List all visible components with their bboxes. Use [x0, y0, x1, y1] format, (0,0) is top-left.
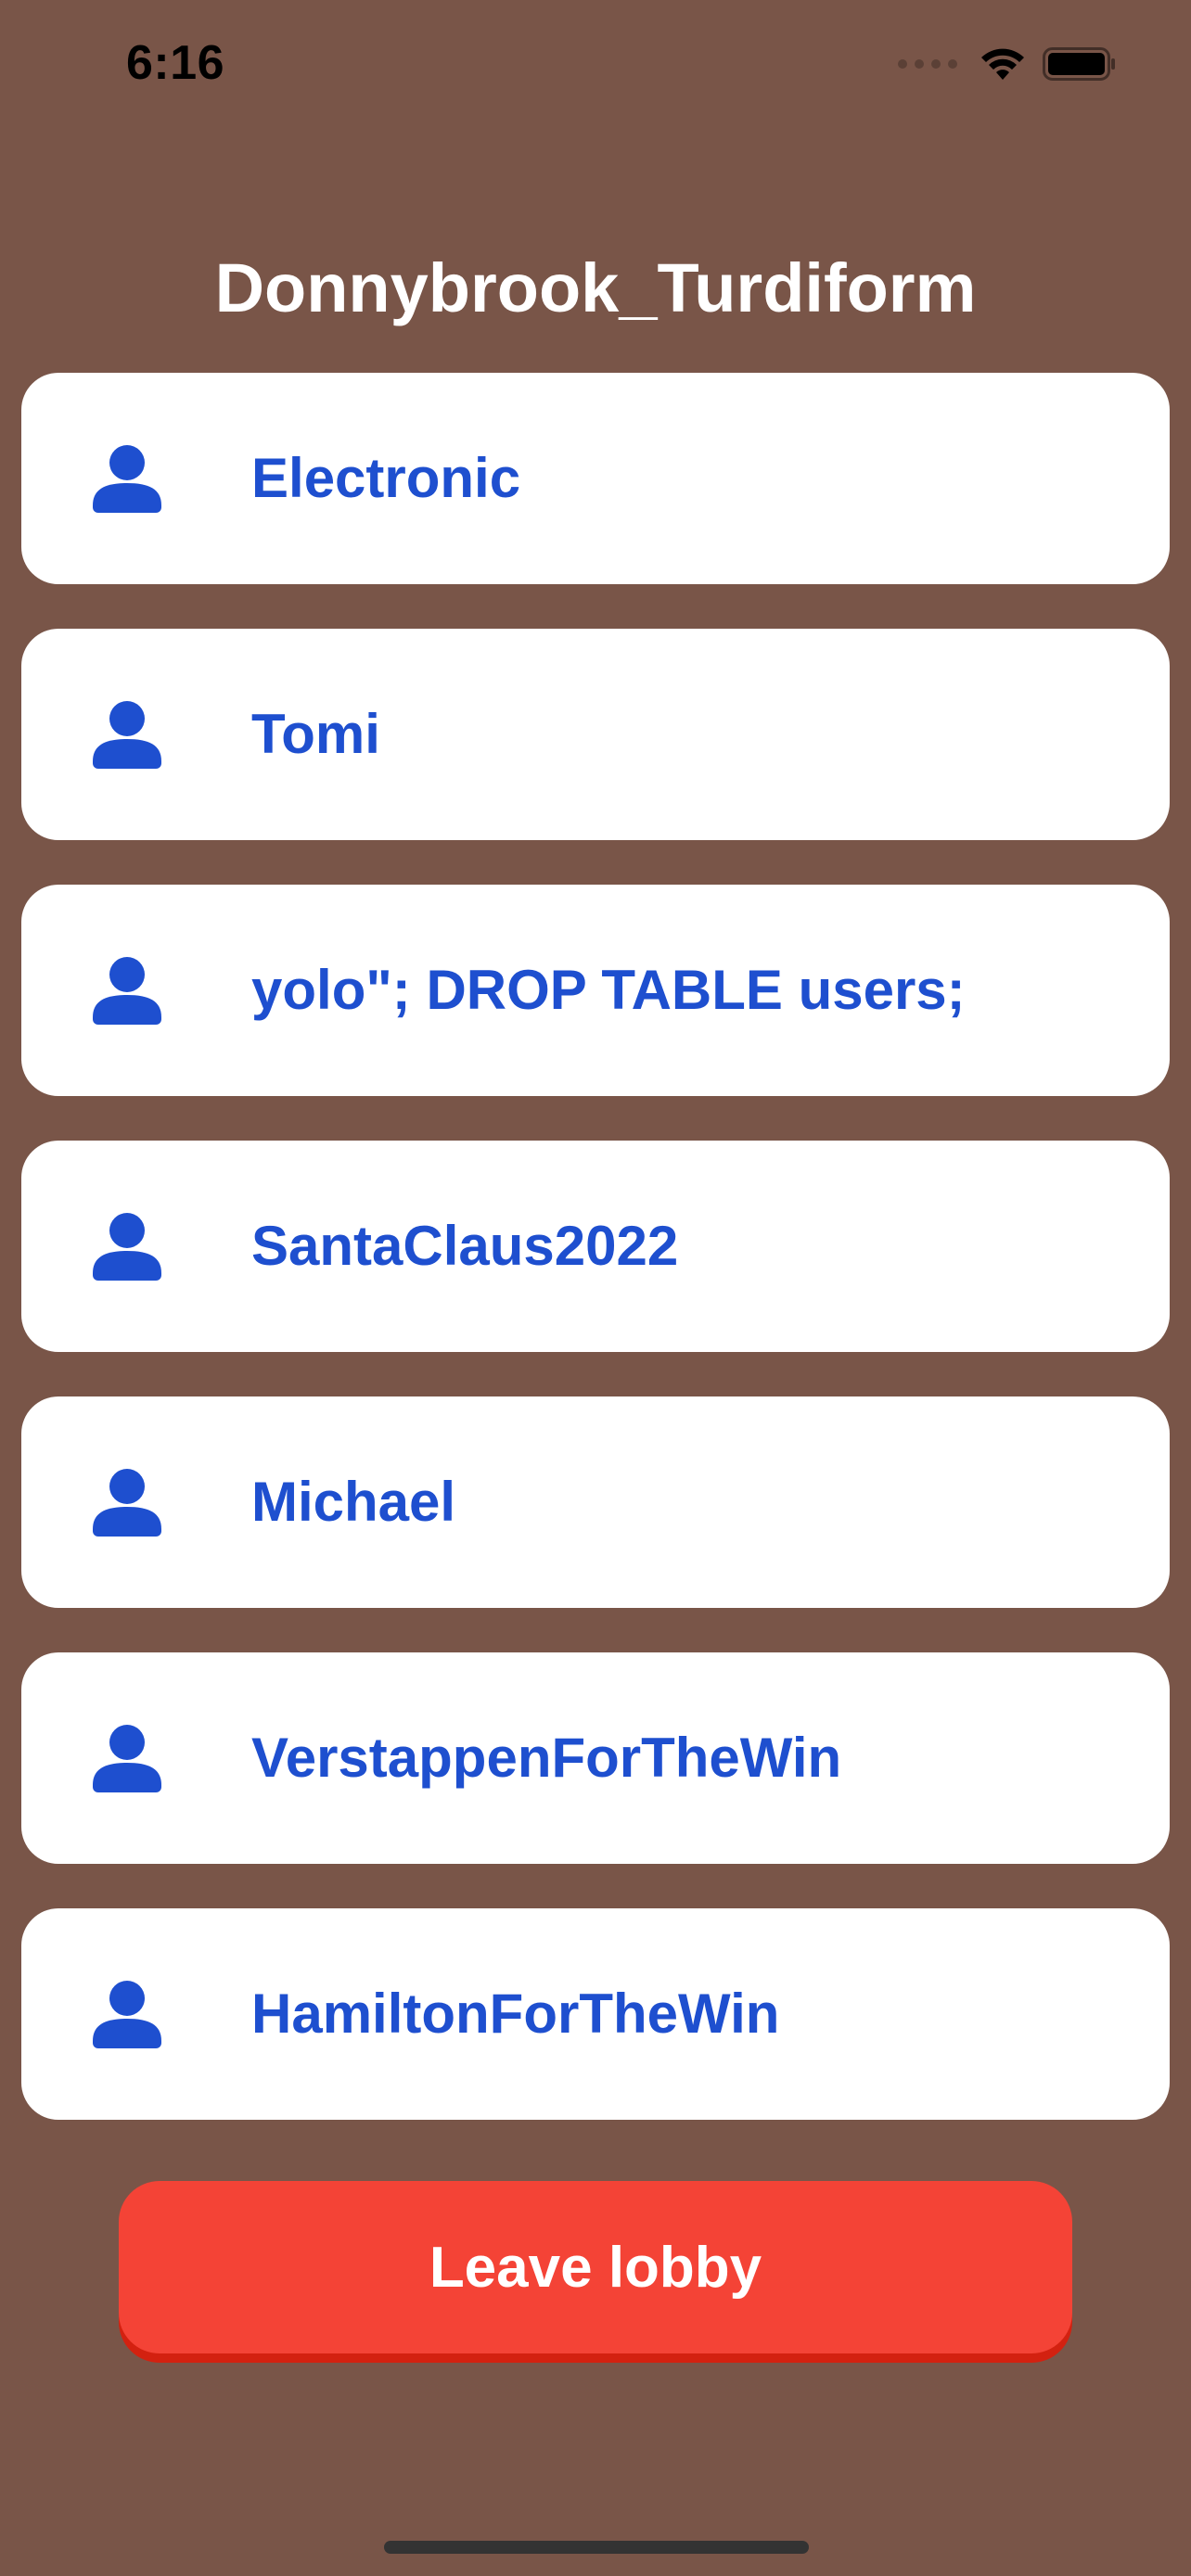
wifi-icon [981, 48, 1024, 80]
status-bar: 6:16 [0, 0, 1191, 130]
player-name: Tomi [251, 703, 380, 765]
home-indicator[interactable] [384, 2541, 809, 2554]
player-list: Electronic Tomi yolo"; DROP TABLE users;… [21, 373, 1170, 2164]
person-icon [93, 1981, 161, 2048]
player-name: HamiltonForTheWin [251, 1983, 780, 2045]
person-icon [93, 957, 161, 1025]
person-icon [93, 445, 161, 513]
player-name: Electronic [251, 447, 521, 509]
player-name: VerstappenForTheWin [251, 1727, 842, 1789]
cellular-signal-icon [898, 59, 957, 69]
lobby-title: Donnybrook_Turdiform [214, 249, 977, 326]
status-icons [898, 46, 1117, 82]
player-card: HamiltonForTheWin [21, 1908, 1170, 2120]
status-time: 6:16 [126, 36, 225, 90]
player-card: Tomi [21, 629, 1170, 840]
player-name: Michael [251, 1471, 456, 1533]
player-name: yolo"; DROP TABLE users; [251, 959, 966, 1021]
player-card: Electronic [21, 373, 1170, 584]
player-card: VerstappenForTheWin [21, 1652, 1170, 1864]
leave-lobby-button[interactable]: Leave lobby [119, 2181, 1072, 2353]
person-icon [93, 1213, 161, 1281]
person-icon [93, 701, 161, 769]
player-card: Michael [21, 1396, 1170, 1608]
battery-icon [1043, 47, 1115, 81]
person-icon [93, 1725, 161, 1792]
player-name: SantaClaus2022 [251, 1215, 679, 1277]
player-card: yolo"; DROP TABLE users; [21, 885, 1170, 1096]
person-icon [93, 1469, 161, 1537]
player-card: SantaClaus2022 [21, 1141, 1170, 1352]
